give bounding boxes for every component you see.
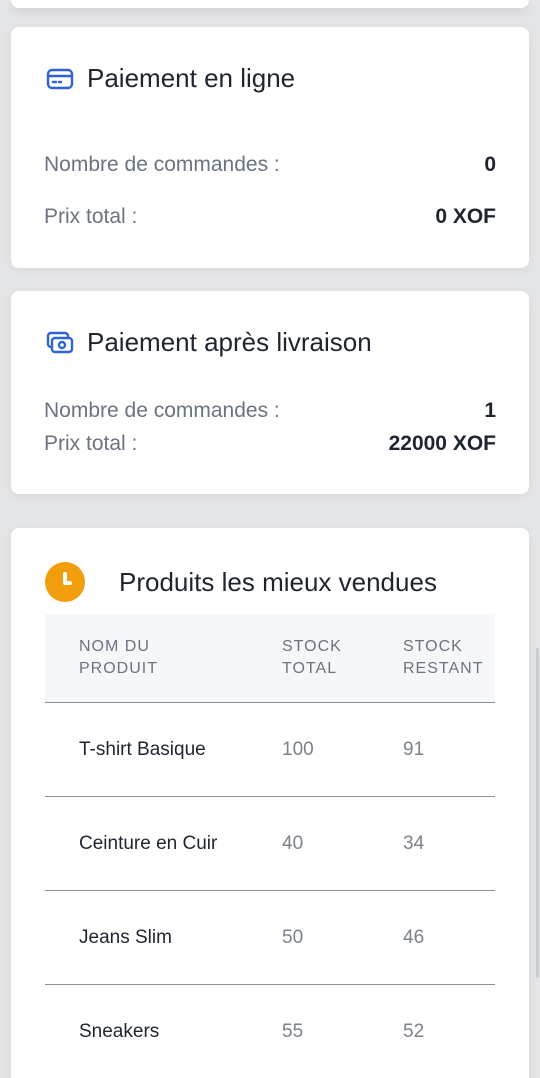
online-total-row: Prix total : 0 XOF <box>44 205 496 229</box>
stock-remaining: 52 <box>403 1021 425 1042</box>
product-name: T-shirt Basique <box>79 739 206 760</box>
best-sellers-card: Produits les mieux vendues NOM DU PRODUI… <box>11 528 529 1078</box>
table-row[interactable]: Sneakers 55 52 <box>45 985 495 1078</box>
stock-remaining: 91 <box>403 739 425 760</box>
stock-total: 50 <box>282 927 304 948</box>
table-row[interactable]: Ceinture en Cuir 40 34 <box>45 797 495 891</box>
online-total-label: Prix total : <box>44 205 138 228</box>
stock-total: 40 <box>282 833 304 854</box>
column-header-product-line2: PRODUIT <box>79 660 158 677</box>
column-header-stock-total[interactable]: STOCK TOTAL <box>282 636 342 680</box>
stock-total: 55 <box>282 1021 304 1042</box>
product-name: Ceinture en Cuir <box>79 833 218 854</box>
table-header: NOM DU PRODUIT STOCK TOTAL STOCK RESTANT <box>45 614 495 703</box>
cod-orders-row: Nombre de commandes : 1 <box>44 399 496 423</box>
online-payment-card: Paiement en ligne Nombre de commandes : … <box>11 27 529 268</box>
online-orders-label: Nombre de commandes : <box>44 153 280 176</box>
column-header-stock-remaining-line2: RESTANT <box>403 660 484 677</box>
column-header-stock-total-line1: STOCK <box>282 638 342 655</box>
clock-icon <box>45 562 85 602</box>
stock-remaining: 34 <box>403 833 425 854</box>
cod-orders-label: Nombre de commandes : <box>44 399 280 422</box>
online-orders-value: 0 <box>484 153 496 176</box>
best-sellers-title: Produits les mieux vendues <box>119 566 437 597</box>
cash-icon <box>45 328 75 358</box>
stock-remaining: 46 <box>403 927 425 948</box>
column-header-stock-remaining-line1: STOCK <box>403 638 463 655</box>
product-name: Jeans Slim <box>79 927 172 948</box>
cod-total-value: 22000 XOF <box>388 432 496 455</box>
cod-orders-value: 1 <box>484 399 496 422</box>
cod-total-label: Prix total : <box>44 432 138 455</box>
cod-payment-card: Paiement après livraison Nombre de comma… <box>11 291 529 494</box>
cod-payment-header: Paiement après livraison <box>45 327 372 358</box>
column-header-product[interactable]: NOM DU PRODUIT <box>79 636 158 680</box>
stock-total: 100 <box>282 739 314 760</box>
best-sellers-table: NOM DU PRODUIT STOCK TOTAL STOCK RESTANT… <box>45 614 495 1078</box>
table-row[interactable]: Jeans Slim 50 46 <box>45 891 495 985</box>
page: Paiement en ligne Nombre de commandes : … <box>0 0 540 1078</box>
table-row[interactable]: T-shirt Basique 100 91 <box>45 703 495 797</box>
online-total-value: 0 XOF <box>435 205 496 228</box>
online-payment-title: Paiement en ligne <box>87 63 296 93</box>
previous-card-edge <box>11 0 529 8</box>
credit-card-icon <box>45 64 75 94</box>
cod-payment-title: Paiement après livraison <box>87 327 372 357</box>
column-header-stock-total-line2: TOTAL <box>282 660 338 677</box>
online-orders-row: Nombre de commandes : 0 <box>44 153 496 177</box>
online-payment-header: Paiement en ligne <box>45 63 295 94</box>
column-header-stock-remaining[interactable]: STOCK RESTANT <box>403 636 483 680</box>
column-header-product-line1: NOM DU <box>79 638 150 655</box>
best-sellers-header: Produits les mieux vendues <box>45 562 437 602</box>
cod-total-row: Prix total : 22000 XOF <box>44 432 496 456</box>
product-name: Sneakers <box>79 1021 160 1042</box>
scrollbar[interactable] <box>536 648 539 978</box>
